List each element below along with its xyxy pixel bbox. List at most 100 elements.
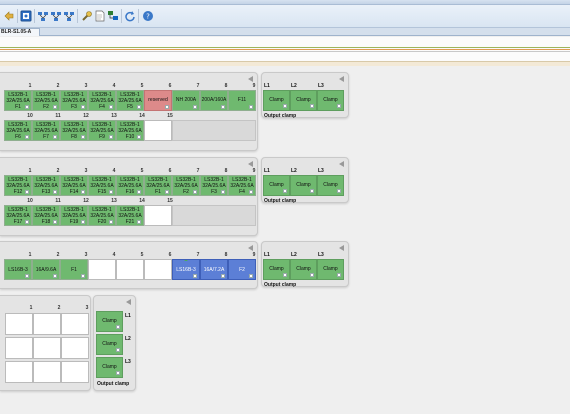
breaker-cell[interactable]: F1 [60,259,88,280]
clamp-cell[interactable]: Clamp [290,175,317,196]
empty-slot[interactable] [33,313,61,335]
breaker-cell[interactable]: LS32B-1 32A/25.6A F2 [172,175,200,196]
breaker-cell[interactable]: LS32B-1 32A/25.6A F1 [144,175,172,196]
status-checkbox[interactable] [137,220,141,224]
status-checkbox[interactable] [221,274,225,278]
breaker-cell[interactable]: LS32B-1 32A/25.6A F20 [88,205,116,226]
status-checkbox[interactable] [53,220,57,224]
breaker-cell[interactable]: reserved [144,90,172,111]
collapse-arrow-icon[interactable] [339,76,344,82]
status-checkbox[interactable] [283,273,287,277]
document-icon[interactable] [94,10,106,22]
status-checkbox[interactable] [25,274,29,278]
empty-slot[interactable] [88,259,116,280]
clamp-cell[interactable]: Clamp [263,175,290,196]
breaker-cell[interactable]: LS32B-1 32A/25.6A F5 [116,90,144,111]
breaker-cell[interactable]: F11 [228,90,256,111]
empty-slot[interactable] [61,361,89,383]
status-checkbox[interactable] [165,105,169,109]
status-checkbox[interactable] [193,190,197,194]
clamp-cell[interactable]: Clamp [263,259,290,280]
breaker-cell[interactable]: LS32B-1 32A/25.6A F10 [116,120,144,141]
empty-slot[interactable] [33,361,61,383]
network-settings-icon[interactable] [107,10,119,22]
empty-slot[interactable] [116,259,144,280]
empty-slot[interactable] [61,337,89,359]
collapse-arrow-icon[interactable] [248,245,253,251]
breaker-cell[interactable]: LS32B-1 32A/25.6A F21 [116,205,144,226]
status-checkbox[interactable] [109,220,113,224]
status-checkbox[interactable] [137,105,141,109]
network-icon[interactable] [37,10,49,22]
status-checkbox[interactable] [53,135,57,139]
clamp-cell[interactable]: Clamp [263,90,290,111]
breaker-cell[interactable]: LS32B-1 32A/25.6A F1 [4,90,32,111]
clamp-cell[interactable]: Clamp [290,259,317,280]
tab-blr-s1-05-a[interactable]: BLR-S1.05-A [0,28,40,36]
breaker-cell[interactable]: LS32B-1 32A/25.6A F3 [60,90,88,111]
empty-slot[interactable] [144,259,172,280]
breaker-cell[interactable]: LS32B-1 32A/25.6A F2 [32,90,60,111]
window-icon[interactable] [20,10,32,22]
status-checkbox[interactable] [249,274,253,278]
status-checkbox[interactable] [137,135,141,139]
clamp-cell[interactable]: Clamp [96,357,123,378]
breaker-cell[interactable]: LS32B-1 32A/25.6A F19 [60,205,88,226]
status-checkbox[interactable] [109,105,113,109]
status-checkbox[interactable] [109,135,113,139]
breaker-cell[interactable]: F2 [228,259,256,280]
status-checkbox[interactable] [53,190,57,194]
breaker-cell[interactable]: LS32B-1 32A/25.6A F16 [116,175,144,196]
status-checkbox[interactable] [116,325,120,329]
breaker-cell[interactable]: LS16B-3 [4,259,32,280]
status-checkbox[interactable] [221,190,225,194]
empty-slot[interactable] [33,337,61,359]
empty-slot[interactable] [5,361,33,383]
status-checkbox[interactable] [283,104,287,108]
status-checkbox[interactable] [25,220,29,224]
status-checkbox[interactable] [310,273,314,277]
clamp-cell[interactable]: Clamp [317,175,344,196]
status-checkbox[interactable] [310,189,314,193]
status-checkbox[interactable] [193,105,197,109]
network-remove-icon[interactable] [63,10,75,22]
network-add-icon[interactable] [50,10,62,22]
status-checkbox[interactable] [25,105,29,109]
empty-slot[interactable] [61,313,89,335]
clamp-cell[interactable]: Clamp [96,334,123,355]
collapse-arrow-icon[interactable] [248,76,253,82]
breaker-cell[interactable]: LS32B-1 32A/25.6A F14 [60,175,88,196]
collapse-arrow-icon[interactable] [339,245,344,251]
status-checkbox[interactable] [221,105,225,109]
status-checkbox[interactable] [116,348,120,352]
status-checkbox[interactable] [116,371,120,375]
clamp-cell[interactable]: Clamp [290,90,317,111]
status-checkbox[interactable] [81,220,85,224]
empty-slot[interactable] [5,337,33,359]
breaker-cell[interactable]: LS32B-1 32A/25.6A F8 [60,120,88,141]
clamp-cell[interactable]: Clamp [317,259,344,280]
empty-slot[interactable] [144,205,172,226]
status-checkbox[interactable] [25,135,29,139]
empty-slot[interactable] [144,120,172,141]
breaker-cell[interactable]: LS32B-1 32A/25.6A F4 [228,175,256,196]
status-checkbox[interactable] [53,274,57,278]
refresh-icon[interactable] [124,10,136,22]
empty-slot[interactable] [5,313,33,335]
breaker-cell[interactable]: LS32B-1 32A/25.6A F12 [4,175,32,196]
breaker-cell[interactable]: LS32B-1 32A/25.6A F17 [4,205,32,226]
breaker-cell[interactable]: 16A/9.6A [32,259,60,280]
status-checkbox[interactable] [249,190,253,194]
breaker-cell[interactable]: LS32B-1 32A/25.6A F7 [32,120,60,141]
breaker-cell[interactable]: LS32B-1 32A/25.6A F4 [88,90,116,111]
breaker-cell[interactable]: LS32B-1 32A/25.6A F3 [200,175,228,196]
breaker-cell[interactable]: NH 200A [172,90,200,111]
breaker-cell[interactable]: LS32B-1 32A/25.6A F9 [88,120,116,141]
collapse-arrow-icon[interactable] [126,299,131,305]
clamp-cell[interactable]: Clamp [96,311,123,332]
status-checkbox[interactable] [310,104,314,108]
status-checkbox[interactable] [81,135,85,139]
status-checkbox[interactable] [81,190,85,194]
status-checkbox[interactable] [109,190,113,194]
collapse-arrow-icon[interactable] [248,161,253,167]
